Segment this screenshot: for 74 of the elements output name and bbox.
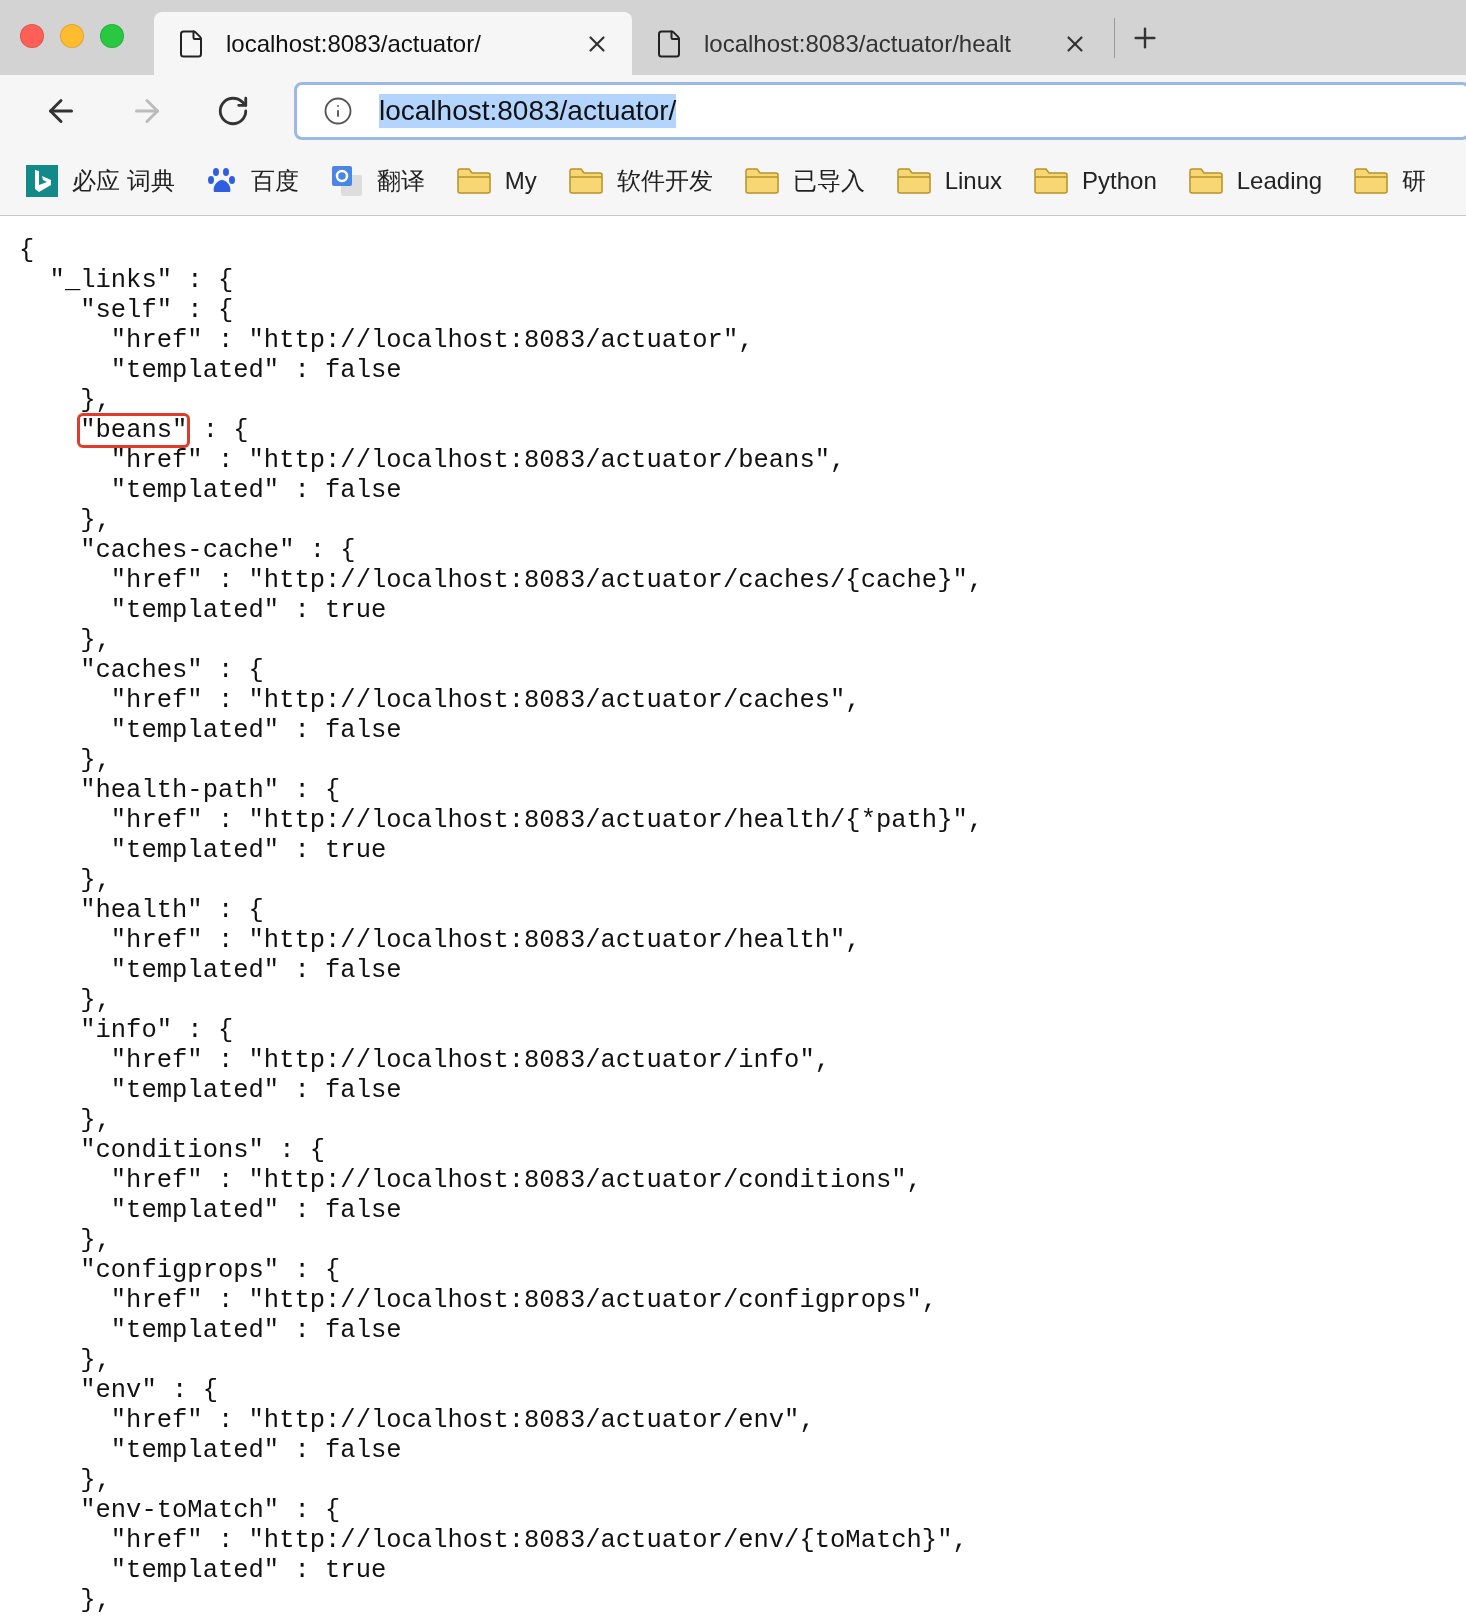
code-line: "templated" : false <box>109 716 403 746</box>
address-field[interactable]: localhost:8083/actuator/ <box>294 82 1466 140</box>
bookmark-item[interactable]: 已导入 <box>744 165 865 197</box>
code-line: "caches" : { <box>79 656 265 686</box>
bookmark-item[interactable]: 软件开发 <box>568 165 713 197</box>
code-line: "href" : "http://localhost:8083/actuator/configprops", <box>109 1286 939 1316</box>
folder-icon <box>896 168 931 194</box>
bing-logo-icon <box>26 165 58 197</box>
code-line: }, <box>79 866 112 896</box>
folder-icon <box>568 168 603 194</box>
code-line: }, <box>79 386 112 416</box>
code-line: }, <box>79 626 112 656</box>
translate-icon <box>330 165 363 197</box>
code-line: }, <box>79 1106 112 1136</box>
bookmark-item[interactable]: My <box>456 167 537 195</box>
code-line: "configprops" : { <box>79 1256 342 1286</box>
code-line: }, <box>79 1226 112 1256</box>
bookmark-item[interactable]: 研 <box>1354 165 1427 197</box>
close-window-button[interactable] <box>20 23 44 48</box>
bookmark-item[interactable]: 翻译 <box>330 165 425 197</box>
bookmark-item[interactable]: Python <box>1034 167 1157 195</box>
code-line: "href" : "http://localhost:8083/actuator/caches/{cache}", <box>109 566 985 596</box>
bookmark-item[interactable]: 必应 词典 <box>26 165 175 197</box>
code-line: "self" : { <box>79 296 235 326</box>
bookmark-item[interactable]: 百度 <box>206 165 299 197</box>
code-line: "templated" : false <box>109 956 403 986</box>
info-icon <box>323 96 353 126</box>
code-line: "href" : "http://localhost:8083/actuator/env", <box>109 1406 816 1436</box>
code-line: "href" : "http://localhost:8083/actuator/health/{*path}", <box>109 806 985 836</box>
bookmark-item[interactable]: Leading <box>1188 167 1323 195</box>
code-line: "href" : "http://localhost:8083/actuator/info", <box>109 1046 832 1076</box>
code-line: "conditions" : { <box>79 1136 327 1166</box>
code-line: "beans" : { <box>19 416 1466 446</box>
code-line: "templated" : false <box>109 476 403 506</box>
code-line: "templated" : false <box>109 1316 403 1346</box>
code-line: "href" : "http://localhost:8083/actuator", <box>109 326 755 356</box>
code-line: "env-toMatch" : { <box>79 1496 342 1526</box>
tab-title: localhost:8083/actuator/ <box>226 29 482 58</box>
code-line: "caches-cache" : { <box>79 536 357 566</box>
folder-icon <box>1034 168 1069 194</box>
code-line: { <box>19 236 36 266</box>
code-line: "health" : { <box>79 896 265 926</box>
browser-tab[interactable]: localhost:8083/actuator/healt <box>632 12 1110 75</box>
code-line: "info" : { <box>79 1016 235 1046</box>
code-line: "templated" : true <box>109 836 388 866</box>
code-line: "templated" : true <box>109 1556 388 1586</box>
folder-icon <box>456 168 491 194</box>
bookmark-item[interactable]: Linux <box>896 167 1003 195</box>
code-line: }, <box>79 1466 112 1496</box>
code-line: "_links" : { <box>48 266 235 296</box>
code-line: "templated" : true <box>109 596 388 626</box>
code-line: "href" : "http://localhost:8083/actuator/env/{toMatch}", <box>109 1526 969 1556</box>
code-line: "templated" : false <box>109 1196 403 1226</box>
code-line: "health-path" : { <box>79 776 342 806</box>
browser-tab[interactable]: localhost:8083/actuator/ <box>154 12 632 75</box>
code-line: }, <box>79 1586 112 1616</box>
code-line: "env" : { <box>79 1376 219 1406</box>
code-line: }, <box>79 986 112 1016</box>
code-line: }, <box>79 1346 112 1376</box>
code-line: }, <box>79 746 112 776</box>
url-text: localhost:8083/actuator/ <box>379 94 677 128</box>
code-line: "templated" : false <box>109 356 403 386</box>
code-line: "href" : "http://localhost:8083/actuator/beans", <box>109 446 847 476</box>
folder-icon <box>744 168 779 194</box>
code-line: "href" : "http://localhost:8083/actuator/health", <box>109 926 862 956</box>
highlight-box: "beans" <box>77 413 191 448</box>
code-line: "href" : "http://localhost:8083/actuator/caches", <box>109 686 862 716</box>
code-line: "href" : "http://localhost:8083/actuator/conditions", <box>109 1166 923 1196</box>
folder-icon <box>1354 168 1389 194</box>
tab-title: localhost:8083/actuator/healt <box>704 29 1012 58</box>
code-line: "templated" : false <box>109 1076 403 1106</box>
folder-icon <box>1188 168 1223 194</box>
code-line: }, <box>79 506 112 536</box>
code-line: "templated" : false <box>109 1436 403 1466</box>
